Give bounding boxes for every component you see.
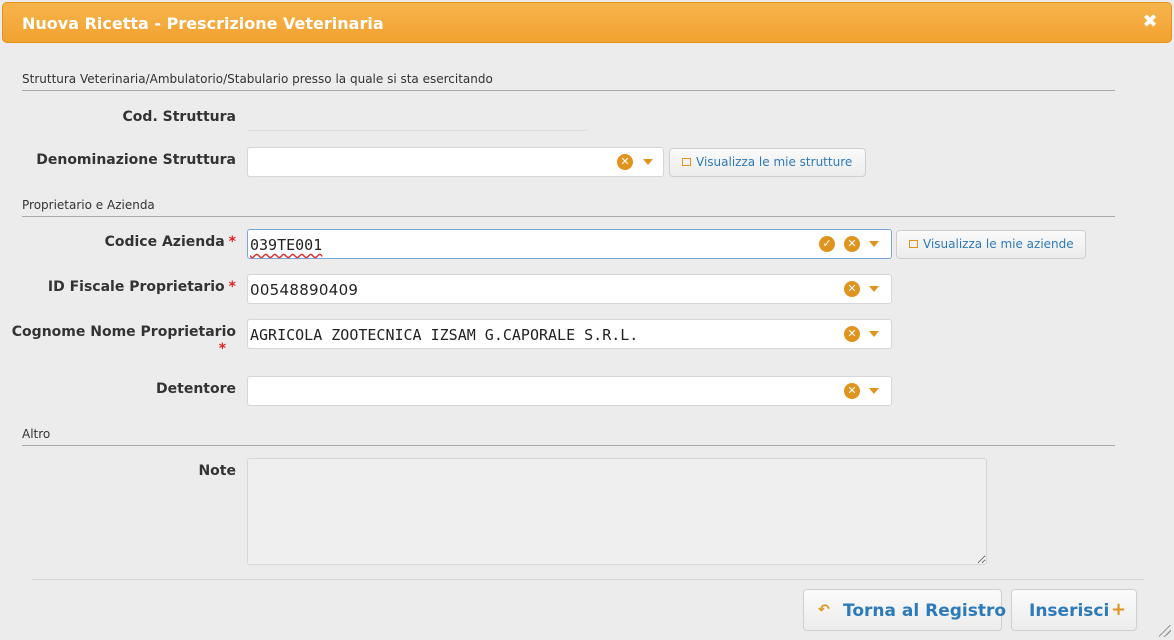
clear-icon[interactable]: ✕ [844, 236, 860, 252]
chevron-down-icon[interactable] [643, 159, 653, 165]
back-to-register-button[interactable]: ↶ Torna al Registro [803, 589, 1006, 631]
popup-icon [682, 158, 691, 166]
section-structure: Struttura Veterinaria/Ambulatorio/Stabul… [22, 72, 1115, 91]
id-fiscale-label: ID Fiscale Proprietario * [47, 279, 236, 295]
chevron-down-icon[interactable] [869, 241, 879, 247]
insert-button[interactable]: Inserisci + [1011, 589, 1137, 631]
codice-azienda-label: Codice Azienda * [104, 234, 236, 250]
dialog-title: Nuova Ricetta - Prescrizione Veterinaria [22, 14, 384, 33]
id-fiscale-input[interactable]: 00548890409 ✕ [247, 274, 892, 304]
clear-icon[interactable]: ✕ [844, 326, 860, 342]
cod-struttura-value [247, 130, 587, 131]
divider [32, 579, 1144, 580]
cod-struttura-label: Cod. Struttura [122, 109, 236, 125]
view-structures-button[interactable]: Visualizza le mie strutture [669, 148, 866, 177]
clear-icon[interactable]: ✕ [844, 281, 860, 297]
cognome-nome-input[interactable]: AGRICOLA ZOOTECNICA IZSAM G.CAPORALE S.R… [247, 319, 892, 349]
detentore-select[interactable]: ✕ [247, 376, 892, 406]
chevron-down-icon[interactable] [869, 286, 879, 292]
resize-grip-icon[interactable] [1159, 625, 1171, 637]
detentore-label: Detentore [156, 381, 236, 397]
chevron-down-icon[interactable] [869, 331, 879, 337]
cognome-nome-label: Cognome Nome Proprietario * [11, 324, 236, 357]
denominazione-label: Denominazione Struttura [36, 152, 236, 168]
section-owner: Proprietario e Azienda [22, 198, 1115, 217]
undo-icon: ↶ [818, 602, 830, 618]
check-icon: ✓ [819, 236, 835, 252]
dialog-titlebar: Nuova Ricetta - Prescrizione Veterinaria… [2, 2, 1172, 43]
close-icon[interactable]: ✖ [1141, 12, 1159, 32]
chevron-down-icon[interactable] [869, 388, 879, 394]
section-other: Altro [22, 427, 1115, 446]
note-textarea[interactable] [247, 458, 987, 565]
codice-azienda-input[interactable]: 039TE001 ✓ ✕ [247, 229, 892, 259]
popup-icon [909, 240, 918, 248]
clear-icon[interactable]: ✕ [617, 154, 633, 170]
plus-icon: + [1111, 599, 1127, 620]
denominazione-select[interactable]: ✕ [247, 147, 664, 177]
view-farms-button[interactable]: Visualizza le mie aziende [896, 230, 1086, 259]
clear-icon[interactable]: ✕ [844, 383, 860, 399]
note-label: Note [198, 463, 236, 479]
